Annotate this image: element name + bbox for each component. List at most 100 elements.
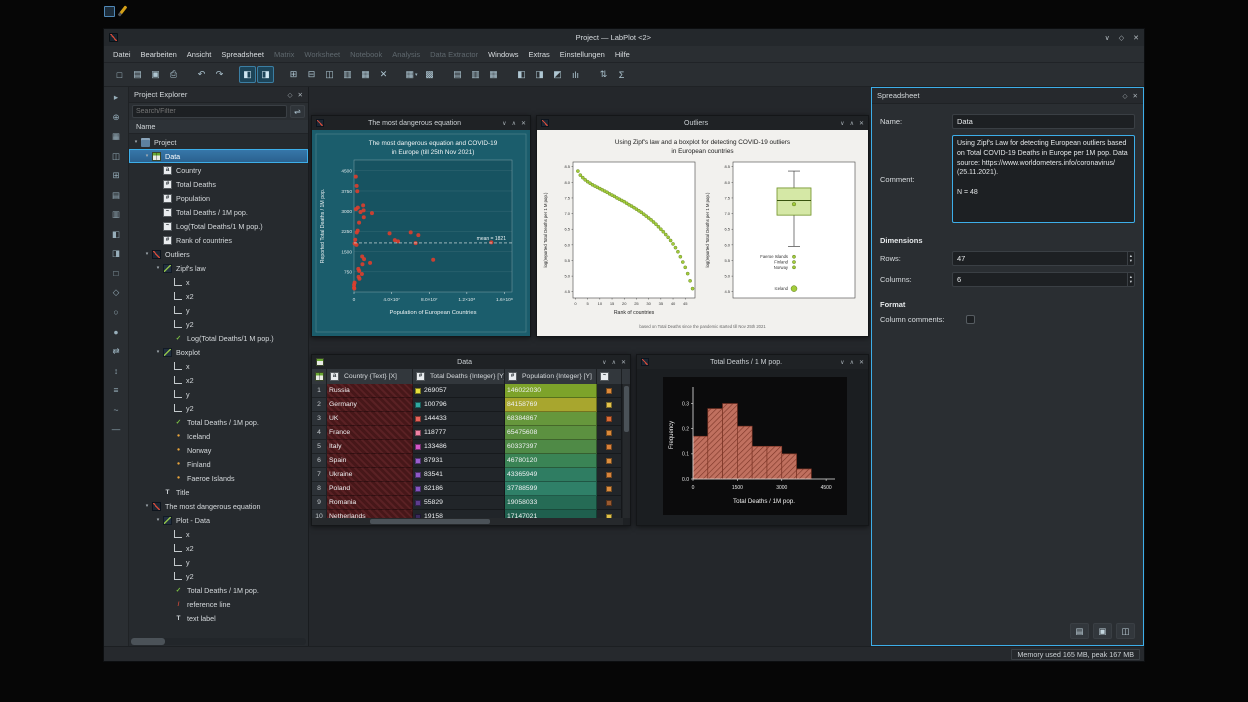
spinner-arrows-icon[interactable]: ▴▾ (1127, 252, 1134, 265)
add-spreadsheet-icon[interactable]: ▦▾ (403, 66, 420, 83)
table-hscrollbar[interactable] (312, 518, 623, 525)
close-dock-icon[interactable]: ✕ (1133, 92, 1138, 100)
tree-item-outliers[interactable]: ▾Outliers (129, 247, 308, 261)
cell-country[interactable]: France (327, 426, 413, 440)
close-icon[interactable]: ✕ (621, 359, 626, 366)
cell-population[interactable]: 146022030 (505, 384, 597, 398)
tree-item-log-total-deaths-1-m-pop[interactable]: ~Log(Total Deaths/1 M pop.) (129, 219, 308, 233)
vtool-12-icon[interactable]: ○ (108, 305, 124, 320)
vtool-7-icon[interactable]: ▥ (108, 207, 124, 222)
cell-total-deaths[interactable]: 87931 (413, 454, 505, 468)
tree-item-text-label[interactable]: Ttext label (129, 611, 308, 625)
subwindow-titlebar[interactable]: Outliers ∨ ∧ ✕ (537, 116, 868, 130)
toggle-properties-icon[interactable]: ◨ (257, 66, 274, 83)
vtool-1-icon[interactable]: ▸ (108, 90, 124, 105)
table-corner-cell[interactable] (312, 369, 327, 384)
tree-item-plot-data[interactable]: ▾Plot - Data (129, 513, 308, 527)
close-icon[interactable]: ✕ (859, 359, 864, 366)
insert-column-left-icon[interactable]: ◫ (321, 66, 338, 83)
tree-item-y2[interactable]: y2 (129, 569, 308, 583)
rows-spinner[interactable]: 47 ▴▾ (952, 251, 1135, 266)
tree-item-iceland[interactable]: ●Iceland (129, 429, 308, 443)
column-header-population-integer-y[interactable]: #Population {Integer} [Y] (505, 369, 597, 384)
tree-item-x[interactable]: x (129, 527, 308, 541)
document-open-icon[interactable]: ▤ (129, 66, 146, 83)
float-dock-icon[interactable]: ◇ (288, 91, 293, 99)
cell-country[interactable]: UK (327, 412, 413, 426)
cell-population[interactable]: 68384867 (505, 412, 597, 426)
cell-extra[interactable] (597, 482, 622, 496)
cell-extra[interactable] (597, 440, 622, 454)
maximize-icon[interactable]: ◇ (1119, 34, 1124, 42)
search-input[interactable] (132, 105, 287, 118)
menu-windows[interactable]: Windows (483, 48, 523, 61)
cell-extra[interactable] (597, 426, 622, 440)
menu-matrix[interactable]: Matrix (269, 48, 299, 61)
desktop-window-icon[interactable] (104, 6, 115, 17)
cell-extra[interactable] (597, 454, 622, 468)
view-list-icon[interactable]: ▥ (467, 66, 484, 83)
cell-population[interactable]: 43365949 (505, 468, 597, 482)
float-dock-icon[interactable]: ◇ (1123, 92, 1128, 100)
cell-total-deaths[interactable]: 83541 (413, 468, 505, 482)
view-grid-icon[interactable]: ▤ (449, 66, 466, 83)
clear-spreadsheet-icon[interactable]: ✕ (375, 66, 392, 83)
edit-redo-icon[interactable]: ↷ (211, 66, 228, 83)
row-number[interactable]: 9 (312, 496, 327, 510)
comment-textarea[interactable]: Using Zipf's Law for detecting European … (952, 135, 1135, 223)
close-icon[interactable]: ✕ (1133, 34, 1139, 42)
menu-spreadsheet[interactable]: Spreadsheet (216, 48, 269, 61)
document-print-icon[interactable]: ⎙ (165, 66, 182, 83)
add-matrix-icon[interactable]: ▩ (421, 66, 438, 83)
vtool-6-icon[interactable]: ▤ (108, 188, 124, 203)
cell-extra[interactable] (597, 412, 622, 426)
tree-item-finland[interactable]: ●Finland (129, 457, 308, 471)
cell-population[interactable]: 19058033 (505, 496, 597, 510)
vtool-11-icon[interactable]: ◇ (108, 285, 124, 300)
properties-dock-header[interactable]: Spreadsheet ◇ ✕ (872, 88, 1143, 104)
scrollbar-handle[interactable] (370, 519, 490, 524)
project-explorer-header[interactable]: Project Explorer ◇ ✕ (129, 87, 308, 103)
row-number[interactable]: 2 (312, 398, 327, 412)
cell-country[interactable]: Poland (327, 482, 413, 496)
document-save-icon[interactable]: ▣ (147, 66, 164, 83)
bar-chart-icon[interactable]: ılı (567, 66, 584, 83)
close-dock-icon[interactable]: ✕ (298, 91, 303, 99)
cell-country[interactable]: Russia (327, 384, 413, 398)
vtool-8-icon[interactable]: ◧ (108, 227, 124, 242)
tree-item-reference-line[interactable]: /reference line (129, 597, 308, 611)
menu-hilfe[interactable]: Hilfe (610, 48, 635, 61)
cell-country[interactable]: Germany (327, 398, 413, 412)
subwindow-titlebar[interactable]: Total Deaths / 1 M pop. ∨ ∧ ✕ (637, 355, 868, 369)
align-left-icon[interactable]: ◧ (513, 66, 530, 83)
vtool-15-icon[interactable]: ↕ (108, 363, 124, 378)
remove-selection-icon[interactable]: ▦ (357, 66, 374, 83)
row-number[interactable]: 3 (312, 412, 327, 426)
tree-item-x[interactable]: x (129, 359, 308, 373)
shade-icon[interactable]: ∨ (602, 359, 606, 366)
name-input[interactable] (952, 114, 1135, 129)
insert-column-right-icon[interactable]: ▥ (339, 66, 356, 83)
cell-population[interactable]: 37788599 (505, 482, 597, 496)
menu-data-extractor[interactable]: Data Extractor (425, 48, 483, 61)
row-number[interactable]: 4 (312, 426, 327, 440)
row-number[interactable]: 6 (312, 454, 327, 468)
tree-item-x[interactable]: x (129, 275, 308, 289)
tree-item-boxplot[interactable]: ▾Boxplot (129, 345, 308, 359)
tree-item-log-total-deaths-1-m-pop[interactable]: ✓Log(Total Deaths/1 M pop.) (129, 331, 308, 345)
minimize-icon[interactable]: ∨ (1105, 34, 1110, 42)
tree-item-y[interactable]: y (129, 555, 308, 569)
cell-population[interactable]: 65475608 (505, 426, 597, 440)
vtool-3-icon[interactable]: ▦ (108, 129, 124, 144)
column-header-x[interactable]: ~ (597, 369, 622, 384)
tree-item-norway[interactable]: ●Norway (129, 443, 308, 457)
cell-total-deaths[interactable]: 82186 (413, 482, 505, 496)
vtool-14-icon[interactable]: ⇄ (108, 344, 124, 359)
cell-population[interactable]: 84158769 (505, 398, 597, 412)
scrollbar-handle[interactable] (624, 386, 629, 432)
cell-total-deaths[interactable]: 118777 (413, 426, 505, 440)
vtool-4-icon[interactable]: ◫ (108, 149, 124, 164)
tree-item-x2[interactable]: x2 (129, 541, 308, 555)
tree-item-total-deaths-1m-pop[interactable]: ✓Total Deaths / 1M pop. (129, 415, 308, 429)
statistics-icon[interactable]: Σ (613, 66, 630, 83)
